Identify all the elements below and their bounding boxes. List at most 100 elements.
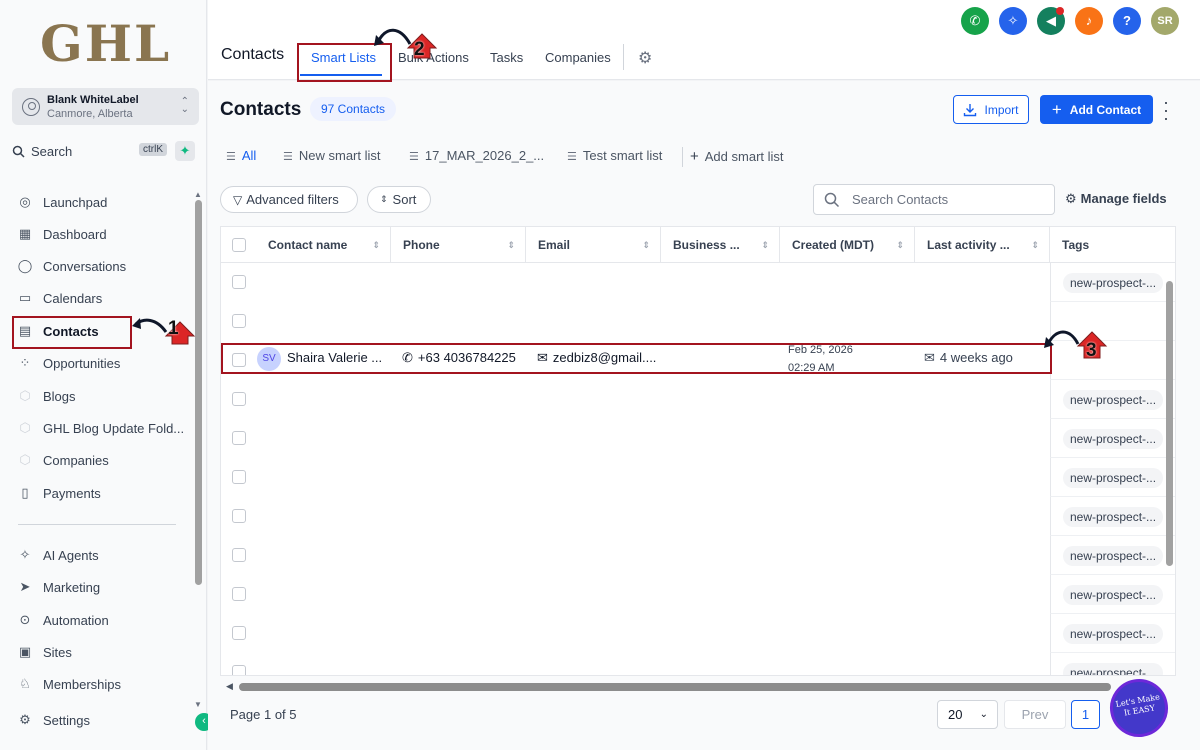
prev-page-button[interactable]: Prev bbox=[1004, 700, 1066, 729]
per-page-select[interactable]: 20 ⌄ bbox=[937, 700, 998, 729]
scroll-up-arrow-icon[interactable]: ▲ bbox=[194, 190, 202, 199]
list-icon: ☰ bbox=[226, 151, 236, 163]
tag-chip[interactable]: new-prospect-... bbox=[1063, 429, 1164, 449]
list-tab-all[interactable]: ☰ All bbox=[226, 148, 256, 163]
tab-tasks[interactable]: Tasks bbox=[490, 50, 523, 65]
announcement-icon[interactable]: ◀ bbox=[1037, 7, 1065, 35]
user-avatar[interactable]: SR bbox=[1151, 7, 1179, 35]
account-switcher[interactable]: Blank WhiteLabel Canmore, Alberta ⌃ ⌄ bbox=[12, 88, 199, 125]
table-row[interactable]: new-prospect-... bbox=[221, 458, 1175, 497]
list-tab-test-smart-list[interactable]: ☰ Test smart list bbox=[567, 148, 662, 163]
sidebar-item-calendars[interactable]: ▭ Calendars bbox=[16, 286, 102, 310]
search-contacts-input[interactable]: Search Contacts bbox=[813, 184, 1055, 215]
table-row[interactable] bbox=[221, 302, 1175, 341]
row-checkbox[interactable] bbox=[232, 470, 246, 484]
row-checkbox[interactable] bbox=[232, 431, 246, 445]
column-phone[interactable]: Phone ⇕ bbox=[391, 227, 526, 263]
sidebar-item-dashboard[interactable]: ▦ Dashboard bbox=[16, 222, 107, 246]
tag-chip[interactable]: new-prospect-... bbox=[1063, 507, 1164, 527]
sidebar-scrollbar[interactable] bbox=[195, 200, 202, 585]
row-checkbox[interactable] bbox=[232, 392, 246, 406]
tag-chip[interactable]: new-prospect-... bbox=[1063, 663, 1164, 675]
sidebar-item-automation[interactable]: ⊙ Automation bbox=[16, 608, 109, 632]
tag-chip[interactable]: new-prospect-... bbox=[1063, 546, 1164, 566]
sidebar-item-conversations[interactable]: ◯ Conversations bbox=[16, 254, 126, 278]
ai-sparkle-icon[interactable]: ✦ bbox=[175, 141, 195, 161]
table-row[interactable]: new-prospect-... bbox=[221, 419, 1175, 458]
table-vertical-scrollbar[interactable] bbox=[1166, 281, 1173, 566]
row-checkbox[interactable] bbox=[232, 626, 246, 640]
column-label: Email bbox=[538, 238, 571, 252]
sidebar-item-ai-agents[interactable]: ✧ AI Agents bbox=[16, 543, 99, 567]
table-row[interactable]: new-prospect-... bbox=[221, 536, 1175, 575]
list-tab-new-smart-list[interactable]: ☰ New smart list bbox=[283, 148, 381, 163]
table-horizontal-scrollbar[interactable] bbox=[239, 683, 1111, 691]
page-number-button[interactable]: 1 bbox=[1071, 700, 1100, 729]
sidebar-item-label: Launchpad bbox=[43, 194, 108, 210]
sidebar-item-marketing[interactable]: ➤ Marketing bbox=[16, 575, 101, 599]
sidebar-search[interactable]: Search ctrlK bbox=[12, 140, 167, 162]
sidebar-item-payments[interactable]: ▯ Payments bbox=[16, 481, 100, 505]
row-checkbox[interactable] bbox=[232, 314, 246, 328]
add-smart-list-button[interactable]: + Add smart list bbox=[690, 148, 784, 165]
tags-cell: new-prospect-... bbox=[1050, 653, 1175, 675]
column-email[interactable]: Email ⇕ bbox=[526, 227, 661, 263]
row-checkbox[interactable] bbox=[232, 548, 246, 562]
column-created[interactable]: Created (MDT) ⇕ bbox=[780, 227, 915, 263]
table-row[interactable]: new-prospect-... bbox=[221, 575, 1175, 614]
notification-dot bbox=[1056, 7, 1064, 15]
column-last-activity[interactable]: Last activity ... ⇕ bbox=[915, 227, 1050, 263]
sidebar-item-settings[interactable]: ⚙ Settings bbox=[16, 708, 90, 732]
opportunities-icon: ⁘ bbox=[19, 355, 31, 370]
column-tags[interactable]: Tags bbox=[1050, 227, 1175, 263]
table-row[interactable]: new-prospect-... bbox=[221, 497, 1175, 536]
list-tab-17-mar[interactable]: ☰ 17_MAR_2026_2_... bbox=[409, 148, 544, 163]
bell-icon[interactable]: ♪ bbox=[1075, 7, 1103, 35]
tab-companies[interactable]: Companies bbox=[545, 50, 611, 65]
scroll-down-arrow-icon[interactable]: ▼ bbox=[194, 700, 202, 709]
tag-chip[interactable]: new-prospect-... bbox=[1063, 585, 1164, 605]
sidebar-item-opportunities[interactable]: ⁘ Opportunities bbox=[16, 351, 121, 375]
tags-cell: new-prospect-... bbox=[1050, 458, 1175, 497]
select-all-checkbox[interactable] bbox=[232, 238, 246, 252]
help-icon[interactable]: ? bbox=[1113, 7, 1141, 35]
chevron-down-icon: ⌄ bbox=[979, 709, 988, 720]
sort-icon: ⇕ bbox=[372, 240, 380, 250]
sidebar-item-blogs[interactable]: ⬡ Blogs bbox=[16, 384, 75, 408]
tag-chip[interactable]: new-prospect-... bbox=[1063, 273, 1164, 293]
column-business[interactable]: Business ... ⇕ bbox=[661, 227, 780, 263]
sidebar-item-ghl-blog-folder[interactable]: ⬡ GHL Blog Update Fold... bbox=[16, 416, 184, 440]
rocket-icon: ◎ bbox=[19, 194, 31, 209]
sidebar-item-memberships[interactable]: ♘ Memberships bbox=[16, 672, 121, 696]
per-page-value: 20 bbox=[948, 707, 963, 722]
column-label: Business ... bbox=[673, 238, 740, 252]
table-row[interactable]: new-prospect-... bbox=[221, 263, 1175, 302]
table-row[interactable]: new-prospect-... bbox=[221, 614, 1175, 653]
more-options-icon[interactable]: · · · bbox=[1161, 93, 1171, 127]
tags-cell: new-prospect-... bbox=[1050, 419, 1175, 458]
row-checkbox[interactable] bbox=[232, 275, 246, 289]
advanced-filters-button[interactable]: ▽ Advanced filters bbox=[220, 186, 358, 213]
row-checkbox[interactable] bbox=[232, 587, 246, 601]
column-contact-name[interactable]: Contact name ⇕ bbox=[256, 227, 391, 263]
import-button[interactable]: Import bbox=[953, 95, 1029, 124]
row-checkbox[interactable] bbox=[232, 509, 246, 523]
tag-chip[interactable]: new-prospect-... bbox=[1063, 390, 1164, 410]
gear-icon[interactable]: ⚙ bbox=[638, 48, 652, 68]
ai-assistant-icon[interactable]: ✧ bbox=[999, 7, 1027, 35]
table-row[interactable]: new-prospect-... bbox=[221, 653, 1175, 675]
sidebar-item-sites[interactable]: ▣ Sites bbox=[16, 640, 72, 664]
phone-icon[interactable]: ✆ bbox=[961, 7, 989, 35]
column-label: Last activity ... bbox=[927, 238, 1010, 252]
scroll-left-arrow-icon[interactable]: ◀ bbox=[226, 681, 233, 692]
sidebar-item-companies[interactable]: ⬡ Companies bbox=[16, 448, 108, 472]
table-row[interactable]: new-prospect-... bbox=[221, 380, 1175, 419]
row-checkbox[interactable] bbox=[232, 665, 246, 675]
sort-button[interactable]: ⇕ Sort bbox=[367, 186, 431, 213]
tag-chip[interactable]: new-prospect-... bbox=[1063, 468, 1164, 488]
manage-fields-button[interactable]: ⚙ Manage fields bbox=[1065, 191, 1167, 207]
add-contact-button[interactable]: + Add Contact bbox=[1040, 95, 1153, 124]
memberships-icon: ♘ bbox=[19, 676, 31, 691]
tag-chip[interactable]: new-prospect-... bbox=[1063, 624, 1164, 644]
sidebar-item-launchpad[interactable]: ◎ Launchpad bbox=[16, 190, 107, 214]
